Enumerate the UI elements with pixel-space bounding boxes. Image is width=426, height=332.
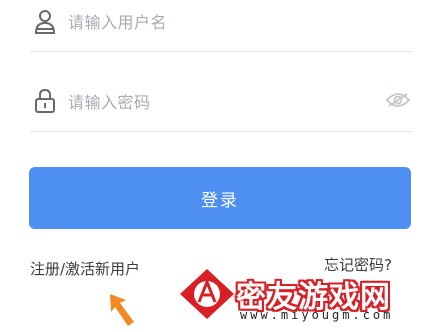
- eye-hidden-icon[interactable]: [385, 91, 411, 113]
- user-icon: [34, 9, 56, 39]
- username-field[interactable]: 请输入用户名: [30, 0, 411, 52]
- password-field[interactable]: 请输入密码: [30, 70, 411, 132]
- register-link[interactable]: 注册/激活新用户: [30, 258, 140, 279]
- login-button[interactable]: 登录: [29, 167, 411, 229]
- arrow-pointer-icon: [100, 292, 140, 332]
- watermark-url: www.miyougm.com: [240, 308, 394, 322]
- username-input[interactable]: 请输入用户名: [68, 9, 167, 33]
- lock-icon: [34, 88, 56, 118]
- password-input[interactable]: 请输入密码: [68, 89, 151, 113]
- watermark-logo-icon: [179, 268, 235, 324]
